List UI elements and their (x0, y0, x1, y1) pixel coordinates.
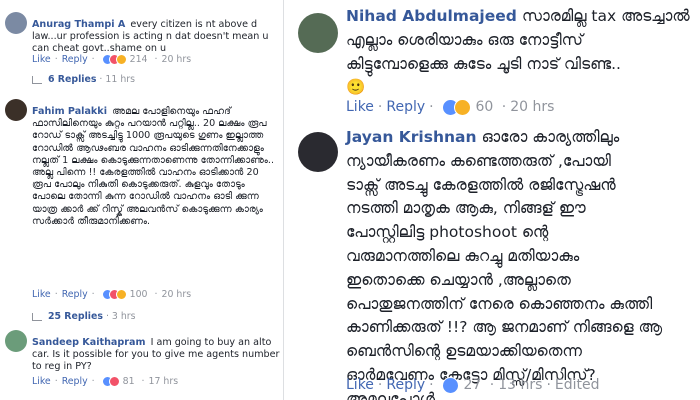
love-reaction-icon (108, 376, 120, 387)
comment-text-line: ടാക്സ് അടച്ചു കേരളത്തിൽ രജിസ്ട്രേഷൻ (346, 175, 616, 194)
reactions[interactable]: 81 (101, 376, 138, 387)
replies-time: 11 hrs (105, 74, 135, 85)
comment-text-line: കിട്ടുമ്പോളെക്കു കുടേം ചൂടി നാട് വിടണ്ട.… (346, 54, 621, 73)
view-replies-link[interactable]: 6 Replies · 11 hrs (32, 74, 135, 85)
comment-author[interactable]: Fahim Palakki (32, 106, 107, 117)
reaction-count: 27 (463, 377, 482, 393)
reactions[interactable]: 60 (442, 98, 498, 116)
comment-text-line: നടത്തി മാതൃക ആകു, നിങ്ങള് ഈ (346, 199, 586, 218)
reaction-count: 214 (129, 54, 148, 65)
view-replies-link[interactable]: 25 Replies · 3 hrs (32, 311, 136, 322)
avatar[interactable] (5, 330, 27, 352)
comment-time[interactable]: 20 hrs (161, 289, 191, 300)
comment-text-line: വരുമാനത്തിലെ കുറച്ചു മതിയാകും (346, 246, 580, 265)
haha-reaction-icon (115, 54, 127, 65)
comment-text-continued: ഫാസിലിനെയും കുറ്റം പറയാൻ പറ്റില്ല.. 20 ല… (32, 118, 275, 227)
comment-text-continued: car. Is it possible for you to give me a… (32, 349, 280, 373)
reply-arrow-icon (32, 75, 42, 84)
comment-text: every citizen is nt above d (130, 19, 258, 30)
comment-text: അമല പോളിനെയും ഫഹദ് (112, 106, 231, 117)
comment-text-line: കാണിക്കരുത് !!? ആ ജനമാണ് നിങ്ങളെ ആ (346, 318, 663, 337)
haha-reaction-icon (454, 98, 472, 116)
reactions[interactable]: 214 (101, 54, 151, 65)
reply-link[interactable]: Reply (386, 99, 425, 115)
right-comments-panel: Nihad Abdulmajeed സാരമില്ല tax അടച്ചാൽ എ… (283, 0, 700, 400)
comment-text: സാരമില്ല tax അടച്ചാൽ (521, 7, 690, 25)
like-link[interactable]: Like (32, 289, 51, 300)
reply-arrow-icon (32, 312, 42, 321)
comment-author[interactable]: Nihad Abdulmajeed (346, 7, 517, 25)
replies-count[interactable]: 25 Replies (48, 311, 103, 322)
replies-time: 3 hrs (111, 311, 136, 322)
comment-actions: Like · Reply · 214 · 20 hrs (32, 54, 192, 65)
comment-text-line: പൊതുജനത്തിന് നേരെ കൊഞ്ഞനം കുത്തി (346, 294, 653, 313)
replies-count[interactable]: 6 Replies (48, 74, 96, 85)
like-link[interactable]: Like (32, 376, 51, 387)
comment-time[interactable]: 13 hrs (498, 377, 542, 393)
comment-time[interactable]: 17 hrs (149, 376, 179, 387)
haha-reaction-icon (115, 289, 127, 300)
comment-text: ഓരോ കാര്യത്തിലും (481, 128, 620, 146)
comment-author[interactable]: Sandeep Kaithapram (32, 337, 145, 348)
reply-link[interactable]: Reply (62, 289, 88, 300)
avatar[interactable] (5, 99, 27, 121)
comment-text-line: ഇതൊക്കെ ചെയ്യാൻ ,അല്ലാതെ (346, 270, 571, 289)
comment-actions: Like · Reply · 81 · 17 hrs (32, 376, 179, 387)
avatar[interactable] (298, 132, 338, 172)
comment-author[interactable]: Anurag Thampi A (32, 19, 125, 30)
comment-text-line: പോസ്റ്റിലിട്ട photoshoot ന്റെ (346, 223, 549, 242)
reply-link[interactable]: Reply (62, 54, 88, 65)
reaction-count: 81 (122, 376, 135, 387)
like-reaction-icon (442, 376, 460, 394)
comment-text-line: ന്യായീകരണം കണ്ടെത്തരുത് ,പോയി (346, 151, 611, 170)
comment-text-line: എല്ലാം ശെരിയാകും ഒരു നോട്ടീസ് (346, 30, 583, 49)
reactions[interactable]: 100 (101, 289, 151, 300)
reply-link[interactable]: Reply (386, 377, 425, 393)
left-comments-panel: Anurag Thampi A every citizen is nt abov… (0, 0, 283, 400)
comment-emoji: 🙂 (346, 78, 366, 97)
comment-actions: Like · Reply · 100 · 20 hrs (32, 289, 192, 300)
comment-actions: Like · Reply · 60 · 20 hrs (346, 98, 555, 116)
edited-label[interactable]: Edited (555, 377, 600, 393)
like-link[interactable]: Like (32, 54, 51, 65)
reply-link[interactable]: Reply (62, 376, 88, 387)
like-link[interactable]: Like (346, 99, 374, 115)
reactions[interactable]: 27 (442, 376, 486, 394)
comment-actions: Like · Reply · 27 · 13 hrs · Edited (346, 376, 600, 394)
reaction-count: 60 (475, 99, 494, 115)
comment-time[interactable]: 20 hrs (161, 54, 191, 65)
comment-time[interactable]: 20 hrs (510, 99, 554, 115)
reaction-count: 100 (129, 289, 148, 300)
comment-text-continued: law...ur profession is acting n dat does… (32, 31, 269, 55)
comment-author[interactable]: Jayan Krishnan (346, 128, 477, 146)
like-link[interactable]: Like (346, 377, 374, 393)
avatar[interactable] (298, 13, 338, 53)
comment-text-line: ബെൻസിന്റെ ഉടമയാക്കിയതെന്ന (346, 342, 582, 361)
comment-text: I am going to buy an alto (150, 337, 272, 348)
avatar[interactable] (5, 12, 27, 34)
